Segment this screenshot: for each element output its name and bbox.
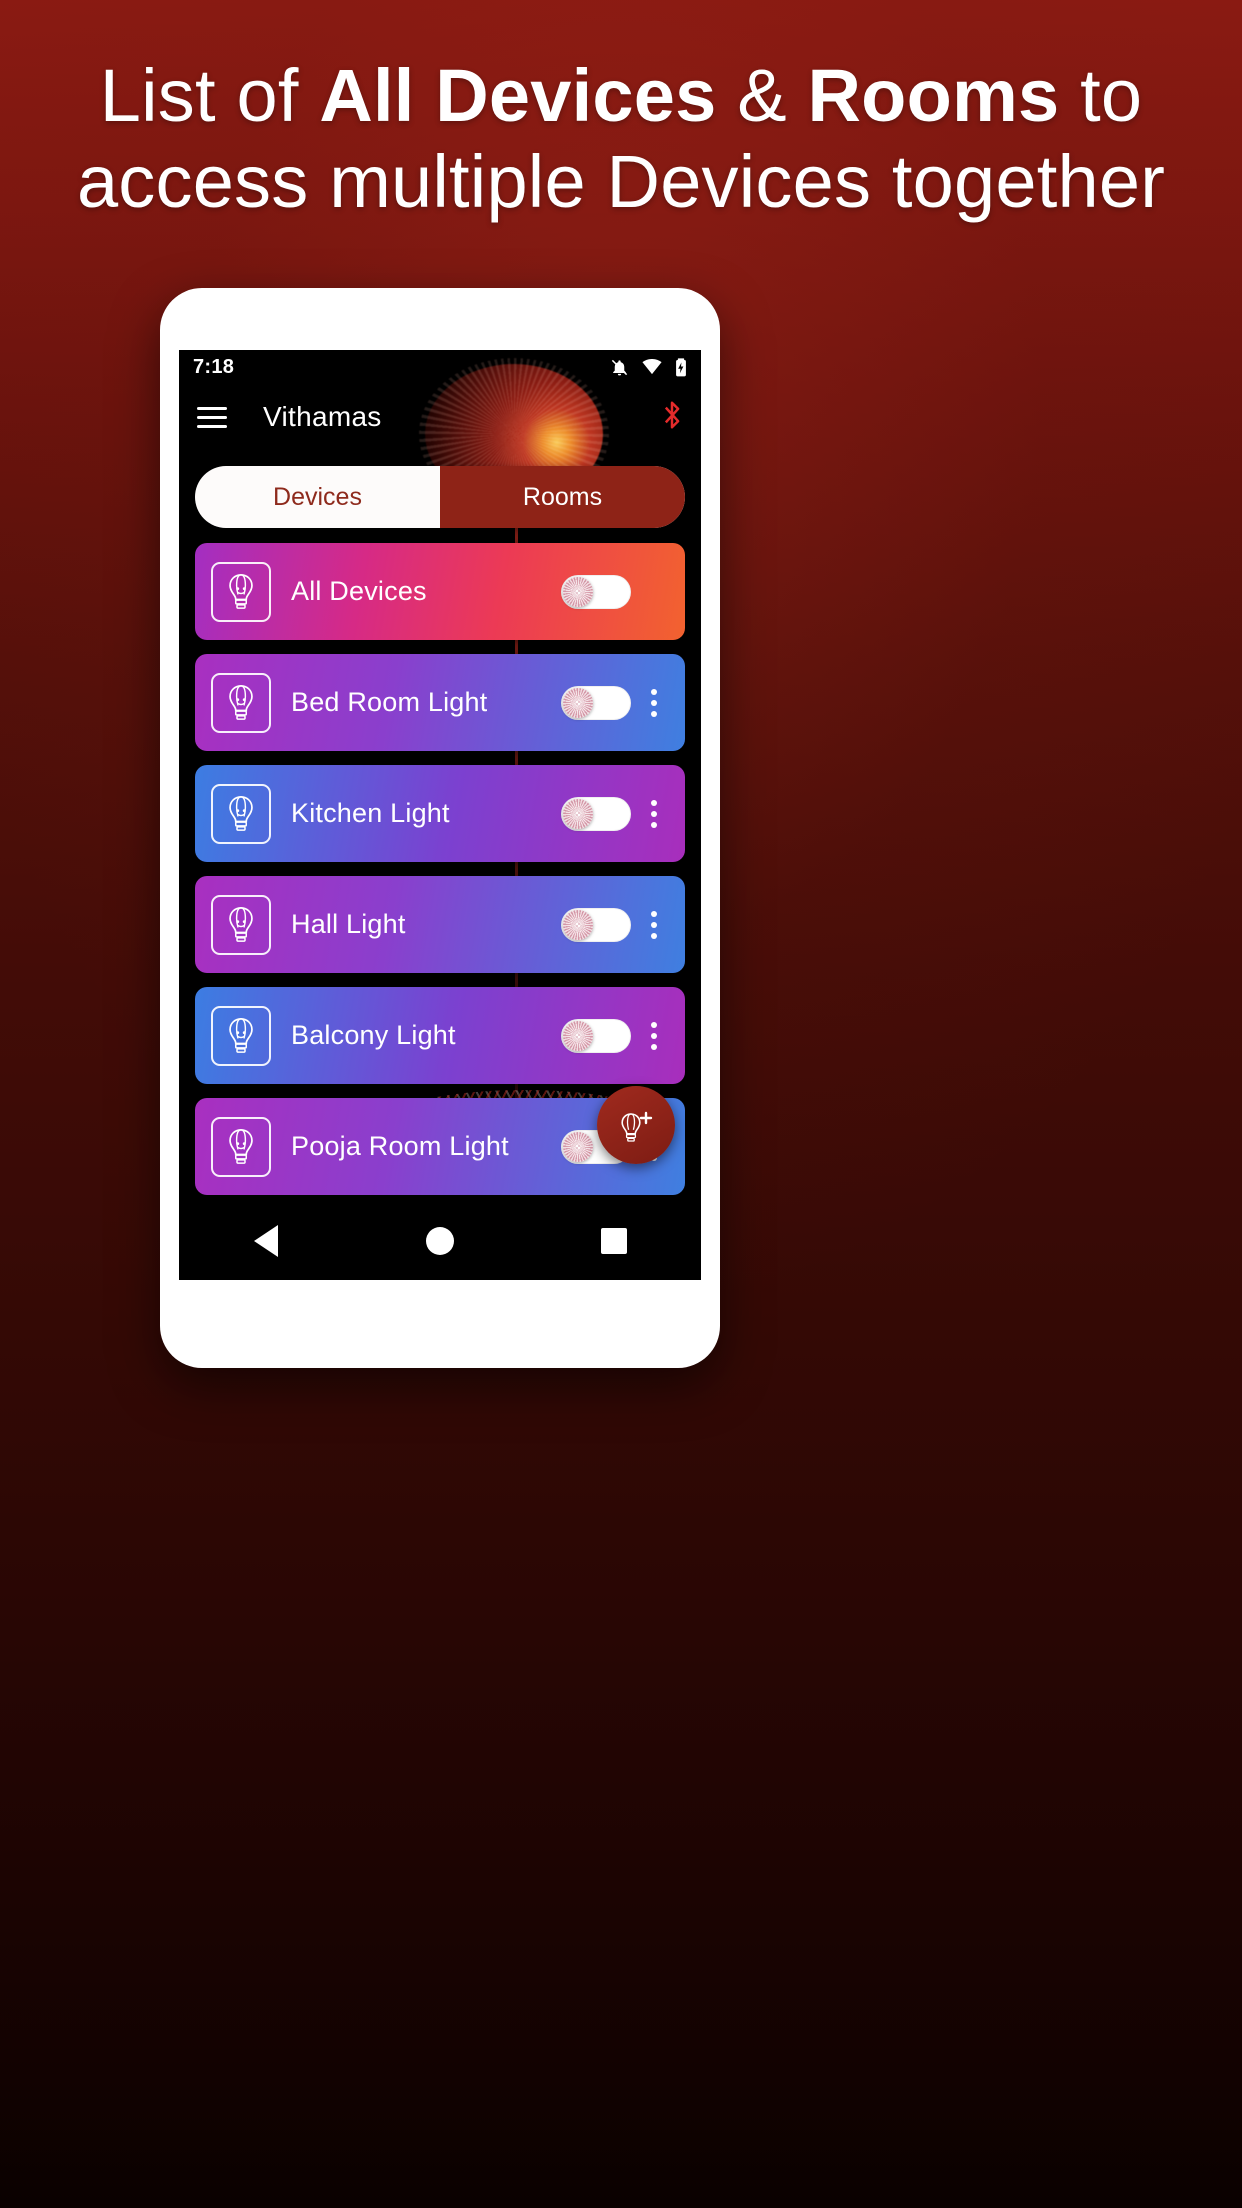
power-toggle[interactable]: [561, 574, 631, 609]
overflow-menu-icon[interactable]: [639, 792, 669, 836]
bulb-icon: [211, 672, 271, 733]
overflow-menu-icon[interactable]: [639, 681, 669, 725]
power-toggle[interactable]: [561, 685, 631, 720]
headline-line1: List of All Devices & Rooms to: [100, 54, 1142, 137]
list-item-label: Bed Room Light: [291, 687, 488, 717]
list-item-label: Kitchen Light: [291, 798, 450, 828]
headline-bold-all-devices: All Devices: [319, 54, 717, 137]
tab-devices[interactable]: Devices: [195, 466, 440, 528]
home-circle-icon[interactable]: [400, 1213, 480, 1269]
back-triangle-icon[interactable]: [226, 1213, 306, 1269]
list-item[interactable]: Balcony Light: [195, 987, 685, 1084]
status-bar-time: 7:18: [193, 355, 235, 378]
devices-rooms-segmented-control[interactable]: Devices Rooms: [195, 466, 685, 528]
android-navigation-bar: [179, 1202, 701, 1280]
headline-line2: access multiple Devices together: [76, 140, 1166, 224]
toggle-knob: [563, 576, 593, 607]
add-device-fab[interactable]: [597, 1086, 675, 1164]
battery-charging-icon: [676, 357, 686, 376]
notifications-off-icon: [611, 359, 628, 375]
list-item-label: Pooja Room Light: [291, 1131, 509, 1161]
toggle-knob: [563, 798, 593, 829]
promo-headline: List of All Devices & Rooms to access mu…: [0, 57, 1242, 224]
add-bulb-icon: [621, 1111, 653, 1142]
list-item-controls: [561, 792, 669, 836]
phone-mockup: 7:18 Vithamas Devices Rooms All Devices …: [160, 288, 720, 1368]
overflow-menu-icon[interactable]: [639, 1014, 669, 1058]
bulb-icon: [211, 783, 271, 844]
bulb-icon: [211, 1005, 271, 1066]
tab-rooms[interactable]: Rooms: [440, 466, 685, 528]
power-toggle[interactable]: [561, 907, 631, 942]
app-title: Vithamas: [263, 401, 382, 432]
list-item-controls: [561, 903, 669, 947]
overflow-menu-icon[interactable]: [639, 903, 669, 947]
headline-text-pre: List of: [99, 54, 320, 137]
status-bar-icons: [610, 357, 687, 377]
toggle-knob: [563, 909, 593, 940]
list-item[interactable]: All Devices: [195, 543, 685, 640]
list-item-controls: [561, 681, 669, 725]
toggle-knob: [563, 687, 593, 718]
bluetooth-icon[interactable]: [661, 399, 683, 436]
bulb-icon: [211, 1116, 271, 1177]
headline-text-post: to: [1059, 54, 1143, 137]
phone-screen: 7:18 Vithamas Devices Rooms All Devices …: [179, 350, 701, 1280]
list-item-label: All Devices: [291, 576, 427, 606]
list-item[interactable]: Kitchen Light: [195, 765, 685, 862]
bulb-icon: [211, 894, 271, 955]
recents-square-icon[interactable]: [574, 1213, 654, 1269]
app-bar: Vithamas: [179, 384, 701, 450]
power-toggle[interactable]: [561, 796, 631, 831]
toggle-knob: [563, 1131, 593, 1162]
hamburger-menu-icon[interactable]: [197, 406, 227, 428]
headline-bold-rooms: Rooms: [807, 54, 1060, 137]
list-item-label: Hall Light: [291, 909, 406, 939]
list-item[interactable]: Hall Light: [195, 876, 685, 973]
status-bar: 7:18: [179, 350, 701, 384]
power-toggle[interactable]: [561, 1018, 631, 1053]
wifi-icon: [642, 359, 662, 375]
list-item-label: Balcony Light: [291, 1020, 456, 1050]
headline-text-mid: &: [716, 54, 808, 137]
list-item-controls: [561, 570, 669, 614]
toggle-knob: [563, 1020, 593, 1051]
bulb-icon: [211, 561, 271, 622]
list-item[interactable]: Bed Room Light: [195, 654, 685, 751]
list-item-controls: [561, 1014, 669, 1058]
